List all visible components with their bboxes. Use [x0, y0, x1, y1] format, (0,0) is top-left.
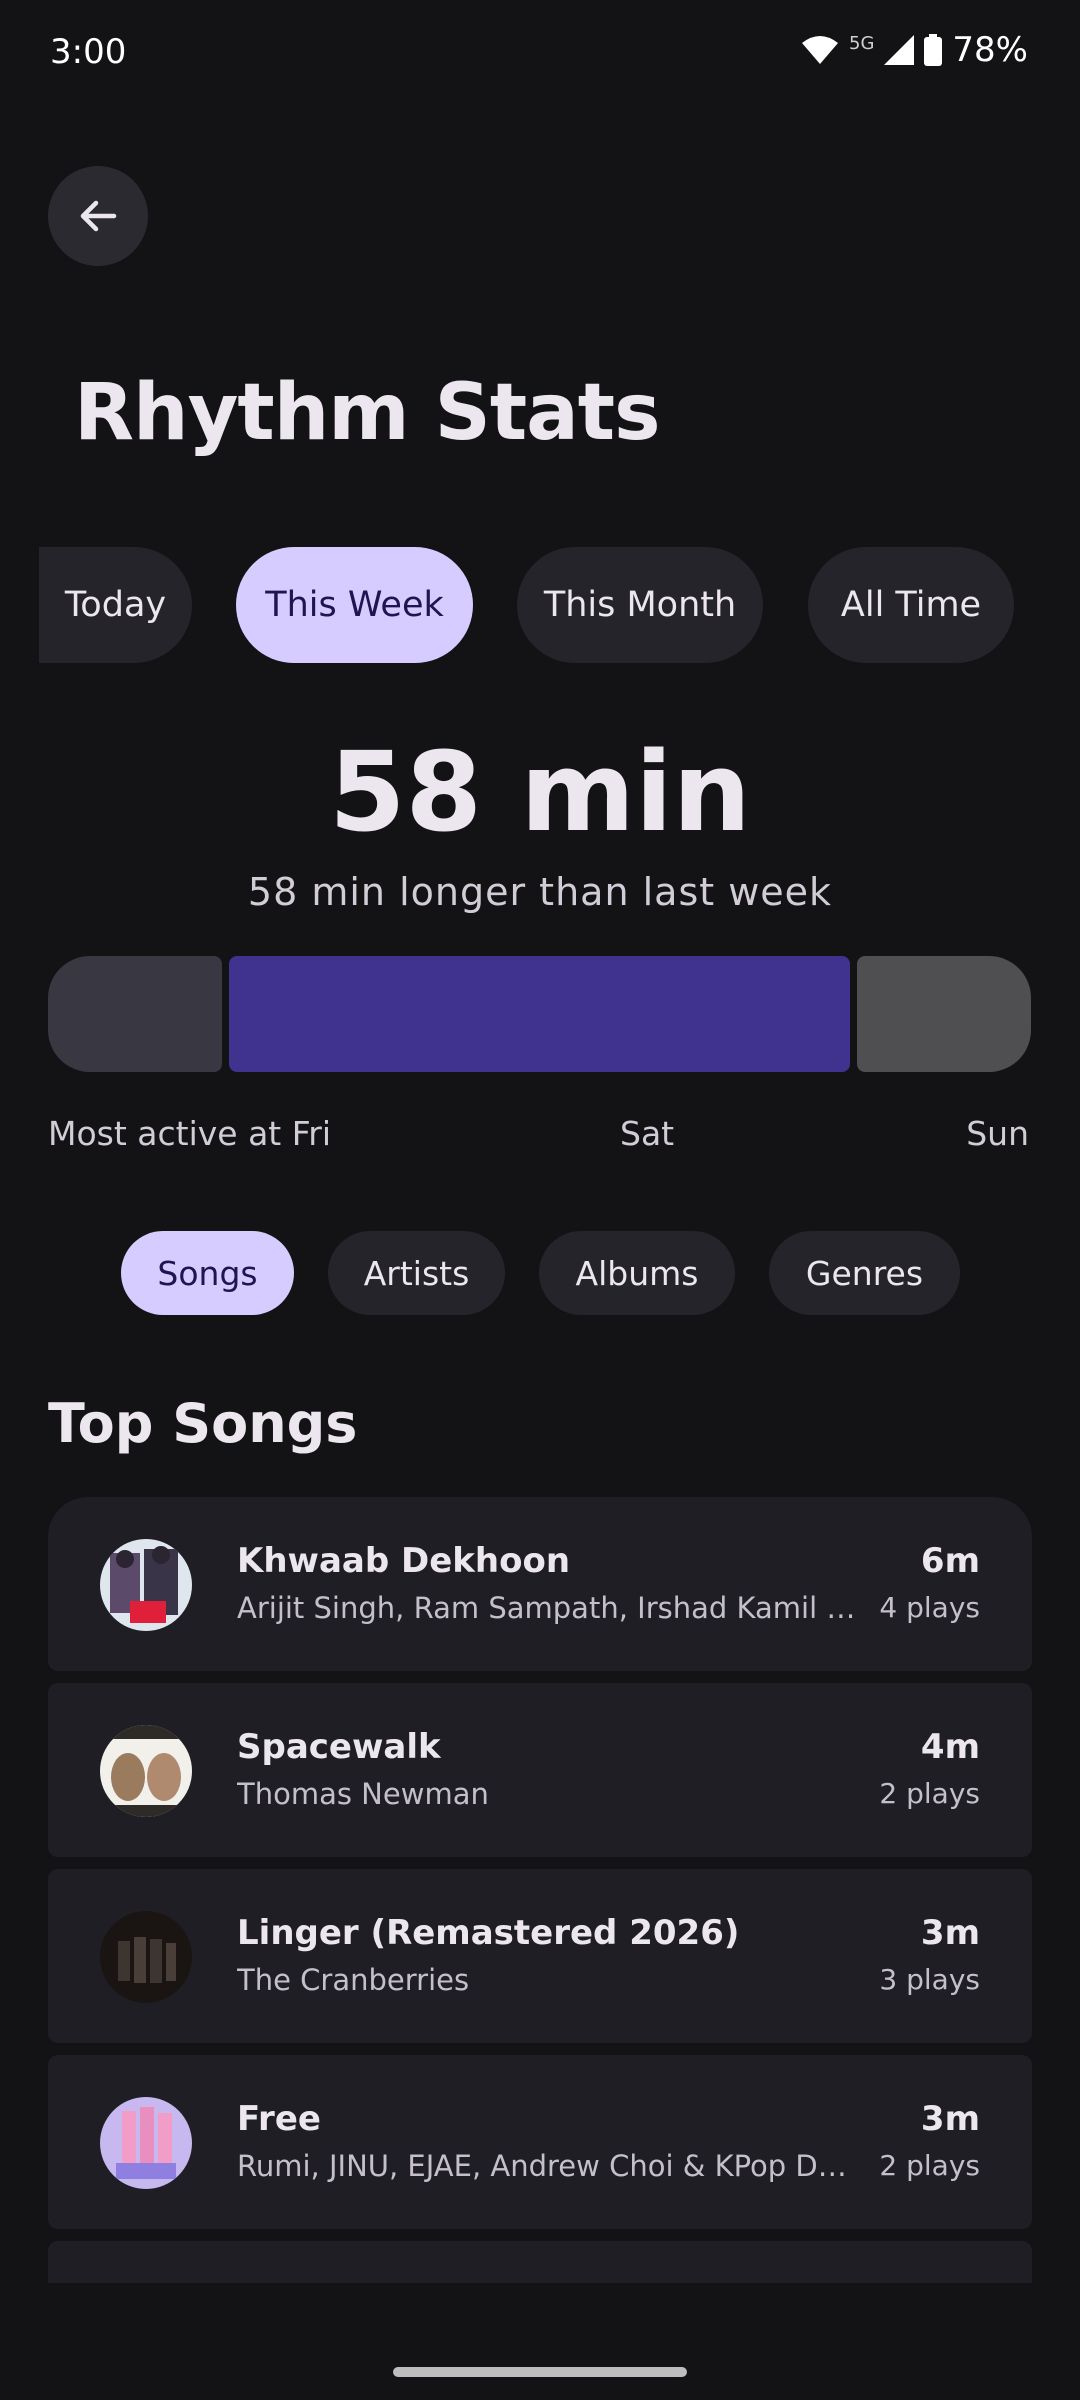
- page-title: Rhythm Stats: [74, 368, 660, 458]
- section-title: Top Songs: [48, 1392, 358, 1455]
- song-artist: Arijit Singh, Ram Sampath, Irshad Kamil …: [237, 1591, 857, 1625]
- tab-label: This Week: [265, 585, 444, 625]
- back-button[interactable]: [48, 166, 148, 266]
- song-title: Spacewalk: [237, 1727, 441, 1767]
- song-row[interactable]: Linger (Remastered 2026) The Cranberries…: [48, 1869, 1032, 2043]
- song-duration: 6m: [920, 1541, 980, 1581]
- tab-this-week[interactable]: This Week: [236, 547, 473, 663]
- comparison-text: 58 min longer than last week: [247, 870, 833, 914]
- album-art: [100, 1539, 192, 1631]
- tab-label: This Month: [543, 585, 737, 625]
- album-art: [100, 1911, 192, 2003]
- chip-label: Genres: [805, 1253, 924, 1293]
- song-plays: 2 plays: [879, 1777, 980, 1810]
- chip-label: Artists: [363, 1253, 470, 1293]
- song-row[interactable]: Khwaab Dekhoon Arijit Singh, Ram Sampath…: [48, 1497, 1032, 1671]
- tab-today[interactable]: Today: [39, 547, 192, 663]
- chip-label: Albums: [575, 1253, 699, 1293]
- wifi-icon: [802, 36, 839, 64]
- song-artist: Rumi, JINU, EJAE, Andrew Choi & KPop De.…: [237, 2149, 857, 2183]
- arrow-left-icon: [80, 200, 117, 232]
- song-plays: 4 plays: [879, 1591, 980, 1624]
- song-plays: 2 plays: [879, 2149, 980, 2182]
- battery-percentage: 78%: [952, 30, 1028, 70]
- tab-this-month[interactable]: This Month: [517, 547, 763, 663]
- top-songs-list[interactable]: Khwaab Dekhoon Arijit Singh, Ram Sampath…: [48, 1497, 1032, 2283]
- cellular-signal-icon: [884, 35, 915, 65]
- song-duration: 3m: [920, 2099, 980, 2139]
- chip-songs[interactable]: Songs: [121, 1231, 294, 1315]
- day-label-sun: Sun: [966, 1114, 1029, 1153]
- activity-segment-peak: [229, 956, 850, 1072]
- status-icons: 5G 78%: [801, 30, 1028, 70]
- song-row[interactable]: Free Rumi, JINU, EJAE, Andrew Choi & KPo…: [48, 2055, 1032, 2229]
- listening-total: 58 min: [328, 728, 751, 856]
- song-artist: The Cranberries: [237, 1963, 470, 1997]
- day-label-sat: Sat: [620, 1114, 675, 1153]
- home-indicator[interactable]: [393, 2367, 687, 2377]
- chip-genres[interactable]: Genres: [769, 1231, 960, 1315]
- tab-label: Today: [64, 585, 167, 625]
- activity-segment-other: [857, 956, 1031, 1072]
- chip-label: Songs: [157, 1253, 258, 1293]
- network-type-label: 5G: [849, 32, 875, 54]
- chip-artists[interactable]: Artists: [328, 1231, 505, 1315]
- tab-label: All Time: [840, 585, 982, 625]
- song-title: Free: [237, 2099, 321, 2139]
- song-duration: 4m: [920, 1727, 980, 1767]
- album-art: [100, 1725, 192, 1817]
- chip-albums[interactable]: Albums: [539, 1231, 735, 1315]
- song-artist: Thomas Newman: [237, 1777, 489, 1811]
- song-duration: 3m: [920, 1913, 980, 1953]
- album-art: [100, 2097, 192, 2189]
- most-active-label: Most active at Fri: [48, 1114, 332, 1153]
- battery-icon: [924, 34, 943, 66]
- song-row-partial[interactable]: [48, 2241, 1032, 2283]
- tab-all-time[interactable]: All Time: [808, 547, 1014, 663]
- status-time: 3:00: [50, 32, 127, 72]
- song-row[interactable]: Spacewalk Thomas Newman 4m 2 plays: [48, 1683, 1032, 1857]
- activity-segment-inactive: [48, 956, 222, 1072]
- song-title: Linger (Remastered 2026): [237, 1913, 740, 1953]
- song-title: Khwaab Dekhoon: [237, 1541, 571, 1581]
- song-plays: 3 plays: [879, 1963, 980, 1996]
